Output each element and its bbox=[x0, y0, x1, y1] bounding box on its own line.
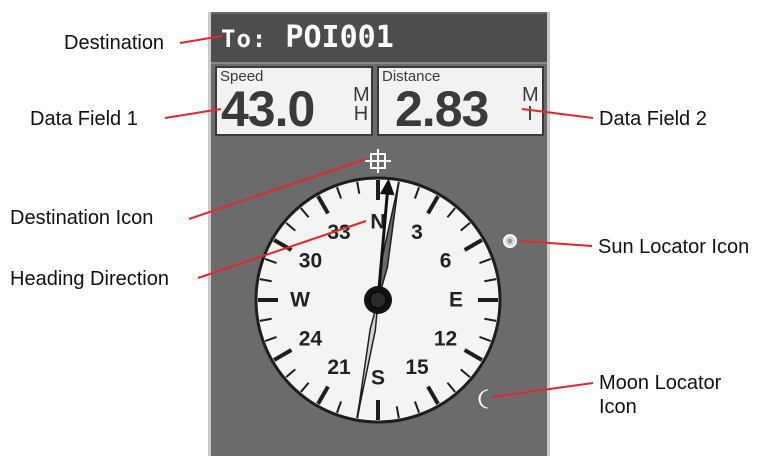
sun-locator-callout: Sun Locator Icon bbox=[598, 236, 750, 258]
destination-icon-callout: Destination Icon bbox=[10, 207, 154, 229]
compass-label: 21 bbox=[327, 356, 351, 379]
heading-direction-callout: Heading Direction bbox=[10, 268, 169, 290]
compass-label: S bbox=[371, 367, 385, 390]
destination-callout-line bbox=[179, 35, 223, 44]
compass-label: 3 bbox=[411, 221, 423, 244]
compass-label: 6 bbox=[440, 250, 452, 273]
compass-label: 24 bbox=[299, 328, 323, 351]
compass: N 36E1215S2124W3033 bbox=[254, 176, 502, 424]
moon-locator-callout: Moon Locator Icon bbox=[599, 371, 721, 419]
moon-locator-callout-line-1: Moon Locator bbox=[599, 372, 722, 394]
moon-locator-callout-line bbox=[491, 382, 594, 398]
data-field-2-callout-line bbox=[521, 108, 594, 119]
compass-hub-center bbox=[369, 291, 387, 309]
compass-label: 15 bbox=[405, 356, 429, 379]
destination-icon bbox=[365, 149, 391, 173]
moon-locator-icon bbox=[478, 389, 489, 409]
destination-callout: Destination bbox=[64, 32, 165, 54]
data-field-1-callout: Data Field 1 bbox=[30, 108, 138, 130]
sun-locator-callout-line bbox=[520, 240, 593, 247]
diagram: To: POI001 Speed 43.0 M H Distance 2.83 … bbox=[0, 0, 780, 458]
compass-label: 30 bbox=[299, 250, 322, 273]
compass-label: W bbox=[290, 289, 310, 312]
data-field-1-callout-line bbox=[164, 108, 222, 119]
data-field-2-callout: Data Field 2 bbox=[599, 108, 707, 130]
compass-label: E bbox=[449, 289, 463, 312]
moon-locator-callout-line-2: Icon bbox=[599, 396, 637, 418]
sun-locator-icon bbox=[503, 234, 517, 248]
compass-label: 12 bbox=[434, 328, 457, 351]
